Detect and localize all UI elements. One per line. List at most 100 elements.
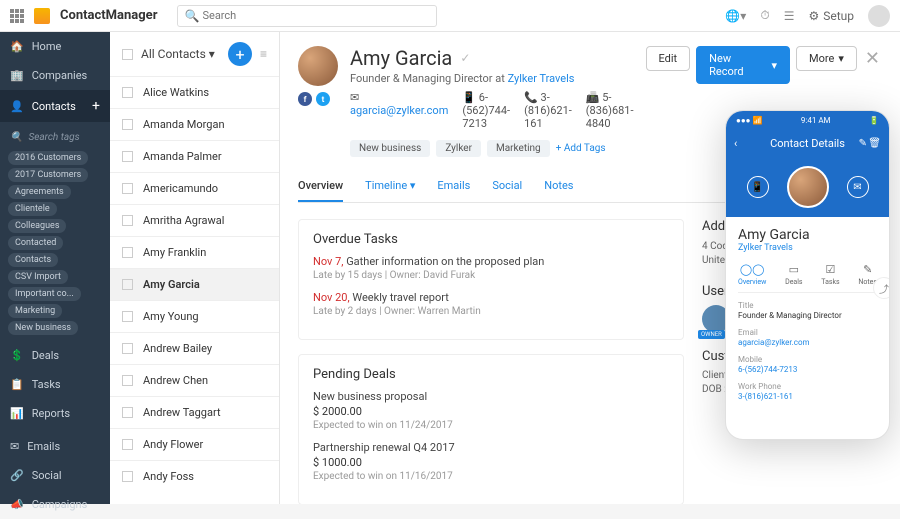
add-button[interactable]: + bbox=[228, 42, 252, 66]
add-tags-button[interactable]: + Add Tags bbox=[556, 143, 606, 154]
sidebar-item-social[interactable]: 🔗 Social bbox=[0, 461, 110, 490]
row-checkbox[interactable] bbox=[122, 471, 133, 482]
select-all-checkbox[interactable] bbox=[122, 49, 133, 60]
deal-row[interactable]: Partnership renewal Q4 2017 bbox=[313, 441, 669, 454]
tag-chip[interactable]: Marketing bbox=[8, 304, 62, 318]
contact-tag[interactable]: Zylker bbox=[436, 140, 481, 157]
globe-icon[interactable]: 🌐▾ bbox=[725, 9, 746, 23]
list-item[interactable]: Amanda Morgan bbox=[110, 108, 279, 140]
contact-tag[interactable]: Marketing bbox=[487, 140, 550, 157]
sidebar-item-home[interactable]: 🏠 Home bbox=[0, 32, 110, 61]
list-item[interactable]: Amanda Palmer bbox=[110, 140, 279, 172]
edit-button[interactable]: Edit bbox=[646, 46, 691, 71]
ptab-deals[interactable]: ▭Deals bbox=[785, 263, 802, 286]
back-icon[interactable]: ‹ bbox=[734, 137, 737, 150]
list-menu-icon[interactable]: ≡ bbox=[260, 47, 267, 61]
tag-chip[interactable]: 2016 Customers bbox=[8, 151, 88, 165]
deal-meta: Expected to win on 11/16/2017 bbox=[313, 471, 669, 482]
tab-overview[interactable]: Overview bbox=[298, 171, 343, 202]
close-icon[interactable]: ✕ bbox=[863, 46, 882, 71]
list-item[interactable]: Amritha Agrawal bbox=[110, 204, 279, 236]
overdue-tasks-card: Overdue Tasks Nov 7, Gather information … bbox=[298, 219, 684, 340]
sidebar-item-tasks[interactable]: 📋 Tasks bbox=[0, 370, 110, 399]
row-checkbox[interactable] bbox=[122, 247, 133, 258]
task-row[interactable]: Nov 20, Weekly travel report bbox=[313, 291, 669, 304]
row-checkbox[interactable] bbox=[122, 375, 133, 386]
tab-timeline[interactable]: Timeline ▾ bbox=[365, 171, 415, 202]
row-checkbox[interactable] bbox=[122, 311, 133, 322]
contact-tag[interactable]: New business bbox=[350, 140, 430, 157]
list-item[interactable]: Americamundo bbox=[110, 172, 279, 204]
contact-avatar bbox=[298, 46, 338, 86]
deal-meta: Expected to win on 11/24/2017 bbox=[313, 420, 669, 431]
row-checkbox[interactable] bbox=[122, 151, 133, 162]
facebook-icon[interactable]: f bbox=[298, 92, 312, 106]
setup-button[interactable]: ⚙ Setup bbox=[808, 9, 854, 23]
row-checkbox[interactable] bbox=[122, 407, 133, 418]
search-icon: 🔍 bbox=[184, 9, 199, 23]
row-checkbox[interactable] bbox=[122, 343, 133, 354]
sidebar-item-reports[interactable]: 📊 Reports bbox=[0, 399, 110, 428]
row-checkbox[interactable] bbox=[122, 215, 133, 226]
list-item[interactable]: Andy Flower bbox=[110, 428, 279, 460]
list-item[interactable]: Andrew Chen bbox=[110, 364, 279, 396]
phone-work: 📞 3-(816)621-161 bbox=[524, 91, 572, 130]
edit-icon[interactable]: ✎ bbox=[859, 138, 867, 149]
tab-emails[interactable]: Emails bbox=[437, 171, 470, 202]
search-tags-input[interactable]: 🔍 Search tags bbox=[0, 126, 110, 149]
deal-row[interactable]: New business proposal bbox=[313, 390, 669, 403]
sidebar-item-contacts[interactable]: 👤 Contacts+ bbox=[0, 90, 110, 122]
sidebar-item-campaigns[interactable]: 📣 Campaigns bbox=[0, 490, 110, 519]
phone-company[interactable]: Zylker Travels bbox=[738, 243, 877, 253]
tag-chip[interactable]: Colleagues bbox=[8, 219, 66, 233]
apps-grid-icon[interactable] bbox=[10, 9, 24, 23]
mail-action-icon[interactable]: ✉ bbox=[847, 176, 869, 198]
new-record-button[interactable]: New Record ▾ bbox=[696, 46, 790, 84]
more-button[interactable]: More ▾ bbox=[796, 46, 857, 71]
sidebar-item-emails[interactable]: ✉ Emails bbox=[0, 432, 110, 461]
list-item[interactable]: Andy Foss bbox=[110, 460, 279, 492]
tag-chip[interactable]: Clientele bbox=[8, 202, 57, 216]
add-contact-icon[interactable]: + bbox=[92, 98, 100, 114]
twitter-icon[interactable]: t bbox=[316, 92, 330, 106]
row-checkbox[interactable] bbox=[122, 183, 133, 194]
company-link[interactable]: Zylker Travels bbox=[508, 72, 575, 85]
tag-chip[interactable]: Contacts bbox=[8, 253, 58, 267]
row-checkbox[interactable] bbox=[122, 119, 133, 130]
tag-chip[interactable]: Contacted bbox=[8, 236, 63, 250]
user-avatar[interactable] bbox=[868, 5, 890, 27]
list-title[interactable]: All Contacts ▾ bbox=[141, 47, 220, 61]
contact-name: Amy Garcia bbox=[350, 46, 452, 70]
task-row[interactable]: Nov 7, Gather information on the propose… bbox=[313, 255, 669, 268]
sidebar-item-companies[interactable]: 🏢 Companies bbox=[0, 61, 110, 90]
tag-chip[interactable]: 2017 Customers bbox=[8, 168, 88, 182]
list-item[interactable]: Andrew Taggart bbox=[110, 396, 279, 428]
ptab-tasks[interactable]: ☑Tasks bbox=[821, 263, 839, 286]
email-field[interactable]: ✉ agarcia@zylker.com bbox=[350, 91, 448, 130]
pending-deals-card: Pending Deals New business proposal $ 20… bbox=[298, 354, 684, 504]
row-checkbox[interactable] bbox=[122, 279, 133, 290]
delete-icon[interactable]: 🗑 bbox=[868, 138, 881, 149]
tag-chip[interactable]: CSV Import bbox=[8, 270, 68, 284]
global-search-input[interactable] bbox=[177, 5, 437, 27]
list-item[interactable]: Amy Young bbox=[110, 300, 279, 332]
list-item[interactable]: Amy Garcia bbox=[110, 268, 279, 300]
row-checkbox[interactable] bbox=[122, 87, 133, 98]
clock-icon[interactable]: ⏱ bbox=[760, 8, 769, 23]
card-title: Overdue Tasks bbox=[313, 232, 669, 247]
tag-chip[interactable]: Agreements bbox=[8, 185, 71, 199]
list-item[interactable]: Alice Watkins bbox=[110, 76, 279, 108]
list-item[interactable]: Amy Franklin bbox=[110, 236, 279, 268]
list-item[interactable]: Andrew Bailey bbox=[110, 332, 279, 364]
tag-chip[interactable]: Important co... bbox=[8, 287, 81, 301]
deal-amount: $ 1000.00 bbox=[313, 456, 669, 469]
row-checkbox[interactable] bbox=[122, 439, 133, 450]
ptab-overview[interactable]: ◯◯Overview bbox=[738, 263, 766, 286]
tab-social[interactable]: Social bbox=[492, 171, 522, 202]
feed-icon[interactable]: ☰ bbox=[784, 9, 795, 23]
sidebar-item-deals[interactable]: 💲 Deals bbox=[0, 341, 110, 370]
phone-action-icon[interactable]: 📱 bbox=[747, 176, 769, 198]
share-icon[interactable]: ⤴ bbox=[873, 277, 890, 299]
tab-notes[interactable]: Notes bbox=[544, 171, 573, 202]
tag-chip[interactable]: New business bbox=[8, 321, 78, 335]
